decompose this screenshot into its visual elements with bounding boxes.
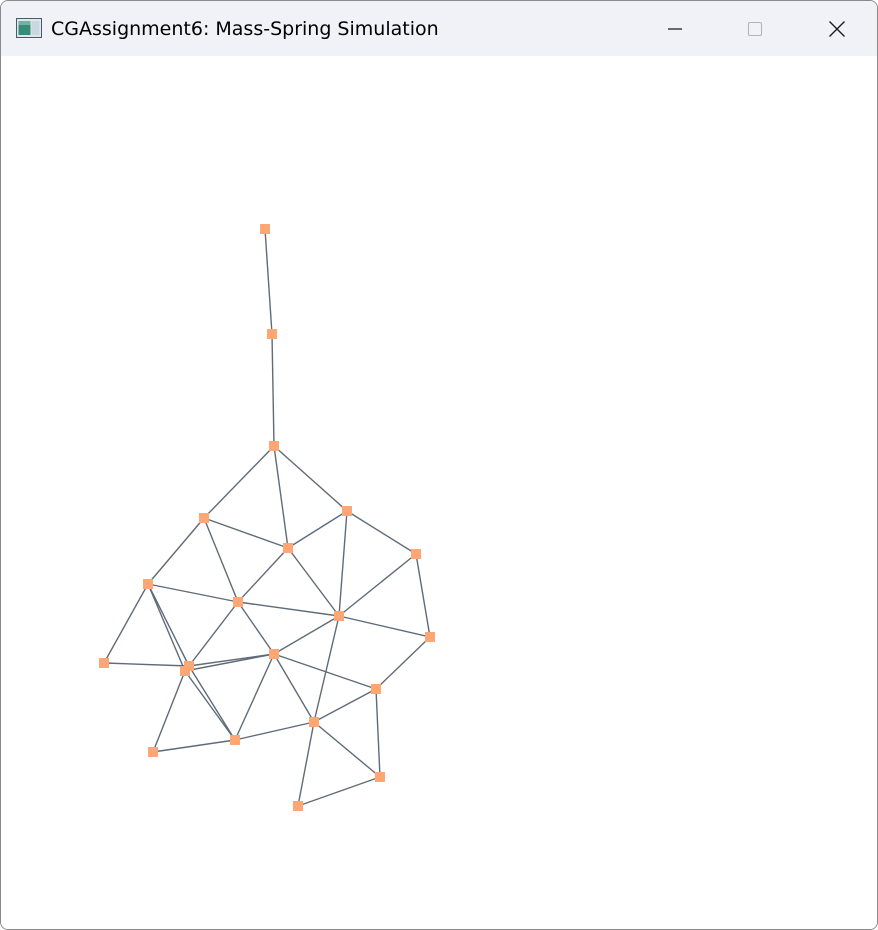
mass-point-16[interactable] — [309, 717, 319, 727]
spring-17 — [103, 583, 149, 664]
mass-point-3[interactable] — [199, 513, 209, 523]
spring-12 — [287, 547, 340, 617]
spring-16 — [237, 601, 340, 617]
spring-4 — [273, 445, 289, 549]
mass-point-0[interactable] — [260, 224, 270, 234]
app-window: CGAssignment6: Mass-Spring Simulation — [0, 0, 878, 930]
spring-22 — [237, 601, 275, 655]
mass-point-9[interactable] — [334, 611, 344, 621]
mass-point-17[interactable] — [230, 735, 240, 745]
spring-9 — [147, 517, 205, 585]
spring-2 — [203, 445, 275, 519]
mass-point-7[interactable] — [143, 579, 153, 589]
spring-8 — [338, 510, 348, 617]
mass-point-2[interactable] — [269, 441, 279, 451]
spring-29 — [152, 670, 186, 753]
mass-point-15[interactable] — [371, 684, 381, 694]
spring-15 — [147, 583, 239, 603]
spring-20 — [103, 662, 190, 667]
spring-34 — [375, 636, 431, 690]
spring-21 — [188, 601, 239, 667]
app-window-icon — [16, 18, 42, 38]
mass-point-6[interactable] — [411, 549, 421, 559]
mass-point-14[interactable] — [269, 649, 279, 659]
spring-6 — [287, 510, 348, 549]
spring-40 — [297, 721, 315, 807]
maximize-button[interactable] — [715, 1, 795, 56]
spring-7 — [346, 510, 417, 555]
simulation-canvas[interactable] — [1, 56, 877, 929]
spring-36 — [375, 688, 381, 778]
mass-point-8[interactable] — [233, 597, 243, 607]
close-button[interactable] — [797, 1, 877, 56]
spring-37 — [234, 721, 315, 741]
mass-point-20[interactable] — [293, 801, 303, 811]
minimize-icon — [668, 27, 682, 30]
spring-13 — [338, 553, 417, 617]
spring-38 — [152, 739, 236, 753]
spring-14 — [415, 553, 431, 638]
mass-point-5[interactable] — [283, 543, 293, 553]
spring-39 — [313, 721, 381, 778]
spring-32 — [273, 653, 315, 723]
maximize-icon — [747, 21, 763, 36]
spring-31 — [234, 653, 275, 741]
masses-layer — [99, 224, 435, 811]
spring-19 — [147, 583, 186, 672]
spring-35 — [313, 688, 377, 723]
mass-point-1[interactable] — [267, 329, 277, 339]
spring-27 — [184, 653, 275, 672]
mass-point-19[interactable] — [375, 772, 385, 782]
spring-5 — [203, 517, 289, 549]
springs-layer — [103, 228, 431, 807]
mass-point-18[interactable] — [148, 747, 158, 757]
mass-point-4[interactable] — [342, 506, 352, 516]
mass-point-11[interactable] — [99, 658, 109, 668]
minimize-button[interactable] — [635, 1, 715, 56]
mass-point-13[interactable] — [180, 666, 190, 676]
spring-24 — [338, 615, 431, 638]
spring-28 — [184, 670, 236, 741]
spring-0 — [264, 228, 273, 335]
mass-point-10[interactable] — [425, 632, 435, 642]
close-icon — [829, 20, 845, 37]
spring-10 — [203, 517, 239, 603]
window-title: CGAssignment6: Mass-Spring Simulation — [51, 18, 439, 40]
spring-1 — [271, 333, 275, 447]
spring-18 — [147, 583, 190, 667]
spring-33 — [273, 653, 377, 690]
spring-30 — [188, 665, 236, 741]
title-bar[interactable]: CGAssignment6: Mass-Spring Simulation — [1, 1, 877, 56]
spring-11 — [237, 547, 289, 603]
spring-3 — [273, 445, 348, 512]
spring-23 — [273, 615, 340, 655]
spring-41 — [297, 776, 381, 807]
